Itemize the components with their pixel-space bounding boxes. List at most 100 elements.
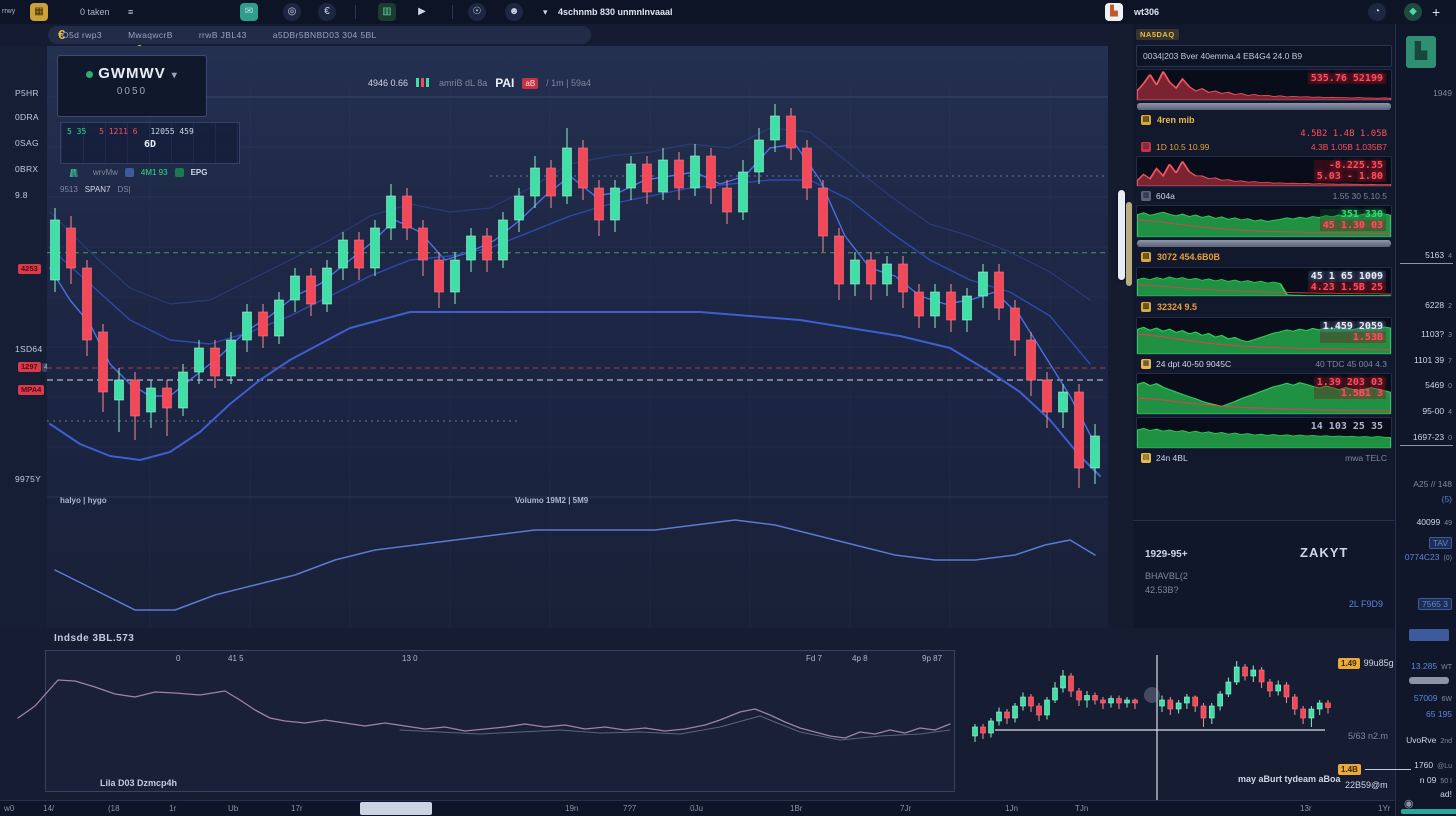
watchlist-item[interactable]: ▦604a1.55 30 5.10.5 (1133, 189, 1395, 203)
candle-body (67, 228, 76, 268)
add-button[interactable]: + (1432, 0, 1440, 24)
candle-body (1075, 392, 1084, 468)
ladder-row: 65 195 (1398, 709, 1452, 719)
watchlist-label-row[interactable]: ▤3072 454.6B0B (1133, 249, 1395, 265)
menu-icon[interactable]: ≡ (128, 0, 133, 24)
indicator-legend-1[interactable]: wrvMw 4M1 93 EPG (60, 168, 207, 177)
price-line-2: 4.23 1.5B 25 (1308, 282, 1386, 293)
time-axis-label: 1Jn (1005, 804, 1018, 813)
ladder-sub: 2nd (1440, 738, 1452, 745)
mini-sparkline-icon (60, 169, 86, 177)
bell-icon[interactable]: ◎ (283, 3, 301, 21)
price-badge: 1.49 (1338, 658, 1360, 669)
platform-logo-icon[interactable]: € (58, 27, 73, 42)
summary-link[interactable]: 2L F9D9 (1349, 599, 1383, 609)
price-axis-tag: MPA4 (18, 385, 44, 395)
ladder-value: 57009 (1414, 693, 1438, 703)
candle-body (515, 196, 524, 220)
pair-label: PAI (495, 76, 514, 90)
gem-icon[interactable]: ◆ (1404, 3, 1422, 21)
candle-body (1029, 697, 1034, 706)
watchlist-divider-bar[interactable] (1137, 240, 1391, 247)
app-grid-icon[interactable]: ▦ (30, 3, 48, 21)
candle-body (1125, 700, 1130, 703)
ladder-row[interactable]: TAV (1398, 537, 1452, 549)
watchlist-item[interactable]: ▦24 dpt 40-50 9045C40 TDC 45 004 4.3 (1133, 357, 1395, 371)
ladder-row[interactable]: 7565 3 (1398, 598, 1452, 610)
symbol-selector[interactable]: GWMWV▾ 0050 (57, 55, 207, 117)
watchlist-divider-bar[interactable] (1137, 103, 1391, 110)
vertical-scrollbar-thumb-2[interactable] (1126, 202, 1132, 286)
vertical-scrollbar-thumb[interactable] (1118, 190, 1125, 280)
photo-icon[interactable]: ◔ (1368, 3, 1386, 21)
watchlist-rows: NA5DAQ0034|203 Bver 40emma.4 EB4G4 24.0 … (1133, 24, 1395, 465)
ladder-row: 13.285WT (1398, 661, 1452, 671)
mini-price-tag-2: 1.4B (1338, 764, 1411, 775)
globe-icon[interactable]: ☉ (468, 3, 486, 21)
tab-2[interactable]: rrwB JBL43 (199, 30, 247, 40)
panel-divider (1108, 24, 1133, 628)
tab-3[interactable]: a5DBr5BNBD03 304 5BL (273, 30, 377, 40)
ladder-row: 62282 (1398, 300, 1452, 310)
candle-body (259, 312, 268, 336)
cursor-icon[interactable]: ▶ (413, 3, 431, 21)
price-axis-tag: 1297 (18, 362, 41, 372)
stat-label: wt306 (1134, 0, 1159, 24)
watchlist-label-row[interactable]: ▤4ren mib (1133, 112, 1395, 128)
market-status-dot (86, 71, 93, 78)
user-icon[interactable]: ☻ (505, 3, 523, 21)
indicator-icon[interactable] (175, 168, 184, 177)
watchlist-label-row[interactable]: ▥32324 9.5 (1133, 299, 1395, 315)
watchlist-item[interactable]: ▥1D 10.5 10.994.3B 1.05B 1.035B7 (1133, 140, 1395, 154)
chart-title: 4946 0.66 amriB dL 8a PAI aB / 1m | 59a4 (368, 76, 591, 90)
ladder-sub: @Lu (1437, 763, 1452, 770)
chart-icon[interactable]: ▥ (378, 3, 396, 21)
ladder-sub: (0) (1443, 555, 1452, 562)
ladder-badge[interactable] (1409, 629, 1449, 641)
candle-body (1184, 697, 1189, 703)
volume-left-label: halyo | hygo (60, 496, 107, 505)
candle-body (1069, 676, 1074, 691)
watchlist-item[interactable]: ▤24n 4BLmwa TELC (1133, 451, 1395, 465)
candle-body (995, 272, 1004, 308)
candle-body (1061, 676, 1066, 688)
price-level-line (1365, 769, 1411, 770)
symbol-code: 0050 (58, 86, 206, 97)
pin-icon[interactable]: ▾ (543, 0, 548, 24)
candle-body (131, 380, 140, 416)
watchlist-sparkline-row[interactable]: 535.76 52199 (1136, 69, 1392, 101)
price-axis-label: 1SD64 (15, 344, 43, 354)
tab-1[interactable]: MwaqwcrB (128, 30, 173, 40)
summary-value: 1929-95+ (1145, 549, 1188, 560)
legend-text: 9513 (60, 185, 78, 194)
stat-total: 12055 459 (150, 127, 193, 136)
watchlist-sparkline-row[interactable]: 1.39 203 031.5B1 3 (1136, 373, 1392, 415)
ladder-row: 570096W (1398, 693, 1452, 703)
candle-body (611, 188, 620, 220)
candle-body (531, 168, 540, 196)
candle-body (643, 164, 652, 192)
watchlist-sparkline-row[interactable]: 1.459 20591.53B (1136, 317, 1392, 355)
chat-icon[interactable]: ✉ (240, 3, 258, 21)
indicator-icon[interactable] (125, 168, 134, 177)
candle-body (755, 140, 764, 172)
candle-body (803, 148, 812, 188)
watchlist-logo-icon[interactable]: ▙ (1406, 36, 1436, 68)
watchlist-sparkline-row[interactable]: -8.225.355.03 - 1.80 (1136, 156, 1392, 187)
candle-body (467, 236, 476, 260)
indicator-legend-2[interactable]: 9513 SPAN7 DS| (60, 185, 131, 194)
horizontal-scrollbar-thumb[interactable] (360, 802, 432, 815)
indicator-top-label: Fd 7 (806, 654, 822, 663)
stats-icon[interactable]: ▙ (1105, 3, 1123, 21)
main-chart-panel: GWMWV▾ 0050 5 35 5 1211 6 12055 459 6D w… (47, 46, 1109, 628)
watchlist-sparkline-row[interactable]: 351 33045 1.30 03 (1136, 205, 1392, 238)
ladder-value: 95-00 (1422, 406, 1444, 416)
ladder-value: 1760 (1414, 760, 1433, 770)
candle-body (1037, 706, 1042, 715)
sparkline-price: 1.39 203 031.5B1 3 (1314, 377, 1386, 399)
watchlist-sparkline-row[interactable]: 45 1 65 10094.23 1.5B 25 (1136, 267, 1392, 297)
time-axis-label: 7Jr (900, 804, 911, 813)
watchlist-sparkline-row[interactable]: 14 103 25 35 (1136, 417, 1392, 449)
currency-icon[interactable]: € (318, 3, 336, 21)
session-info: 4schnmb 830 unmnlnvaaal (558, 0, 673, 24)
